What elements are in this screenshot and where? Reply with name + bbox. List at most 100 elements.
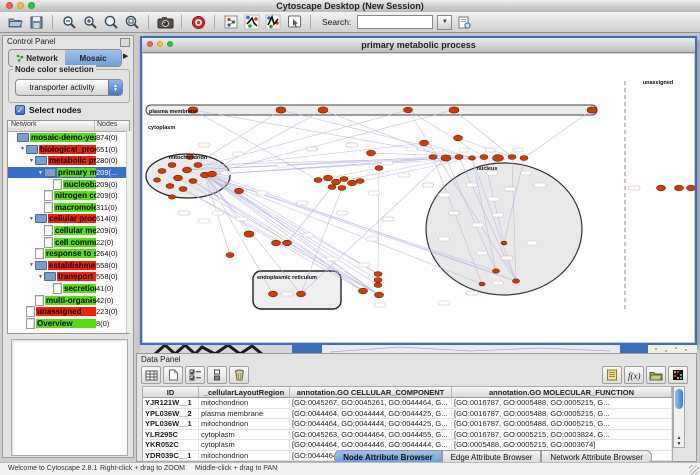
graph-node[interactable] [348, 180, 357, 186]
tree-item-label[interactable]: cellular process [48, 214, 96, 223]
network-window-titlebar[interactable]: primary metabolic process [142, 38, 695, 53]
tree-row[interactable]: nitrogen compo209(0) [8, 190, 129, 202]
tree-row[interactable]: mosaic-demo-yeast874(0) [8, 132, 129, 144]
zoom-in-button[interactable] [81, 14, 99, 30]
table-row[interactable]: YPL036W__2plasma membrane[GO:0044464, GO… [143, 409, 672, 420]
import-attributes-button[interactable] [646, 366, 666, 384]
graph-node[interactable] [513, 279, 520, 283]
graph-node[interactable] [272, 240, 281, 246]
tree-item-label[interactable]: metabolic process [48, 156, 96, 165]
graph-node[interactable] [328, 185, 336, 190]
tree-item-label[interactable]: response to stimulu [45, 249, 96, 258]
graph-node[interactable] [367, 150, 376, 156]
graph-node[interactable] [189, 179, 197, 184]
snapshot-button[interactable] [156, 14, 174, 30]
graph-node[interactable] [687, 185, 696, 191]
column-header[interactable]: annotation.GO CELLULAR_COMPONENT [290, 387, 452, 397]
help-button[interactable] [189, 14, 207, 30]
graph-node[interactable] [404, 107, 413, 113]
tree-col-nodes[interactable]: Nodes [95, 121, 129, 131]
tree-item-label[interactable]: primary metabo [57, 168, 96, 177]
node-color-attribute-select[interactable]: transporter activity ▲▼ [15, 79, 123, 96]
graph-node[interactable] [194, 163, 202, 168]
graph-node[interactable] [314, 178, 322, 183]
attribute-pair-button[interactable] [207, 366, 227, 384]
graph-node[interactable] [374, 272, 382, 277]
tree-item-label[interactable]: biological_process [39, 145, 96, 154]
tree-row[interactable]: unassigned223(0) [8, 306, 129, 318]
search-input[interactable] [357, 15, 433, 29]
graph-node[interactable] [454, 135, 463, 141]
table-scrollbar[interactable]: ▲▼ [673, 386, 685, 448]
graph-node[interactable] [179, 187, 187, 192]
tree-row[interactable]: ▼establishment of lo558(0) [8, 260, 129, 272]
tree-row[interactable]: secretion41(0) [8, 283, 129, 295]
tabs-overflow-arrow[interactable]: ▶ [123, 52, 128, 60]
graph-node[interactable] [441, 155, 451, 161]
graph-node[interactable] [374, 278, 382, 283]
graph-node[interactable] [469, 156, 476, 160]
graph-node[interactable] [318, 107, 328, 113]
column-header[interactable]: _cellularLayoutRegion [199, 387, 290, 397]
tab-mosaic[interactable]: Mosaic [65, 50, 121, 66]
tree-row[interactable]: multi-organism pro42(0) [8, 294, 129, 306]
save-session-button[interactable] [27, 14, 45, 30]
graph-node[interactable] [455, 155, 463, 160]
search-config-button[interactable] [455, 14, 473, 30]
zoom-fit-button[interactable] [102, 14, 120, 30]
graph-node[interactable] [375, 166, 383, 171]
function-builder-button[interactable]: f(x) [624, 366, 644, 384]
graph-node[interactable] [449, 107, 459, 113]
tree-item-label[interactable]: establishment of lo [48, 261, 96, 270]
graph-node[interactable] [429, 155, 437, 160]
tree-row[interactable]: nucleobase-209(0) [8, 178, 129, 190]
graph-node[interactable] [169, 195, 176, 199]
graph-node[interactable] [340, 177, 348, 182]
expand-arrow-icon[interactable]: ▼ [19, 146, 26, 152]
graph-node[interactable] [283, 240, 292, 246]
tree-item-label[interactable]: cellular metabol [54, 226, 96, 235]
tree-item-label[interactable]: Overview [36, 319, 96, 328]
graph-node[interactable] [587, 107, 597, 113]
tree-item-label[interactable]: transport [57, 272, 96, 281]
graph-node[interactable] [375, 292, 384, 298]
tree-item-label[interactable]: macromolecule [54, 203, 96, 212]
graph-node[interactable] [208, 171, 217, 177]
column-header[interactable]: ID [143, 387, 199, 397]
graph-node[interactable] [276, 107, 286, 113]
tree-item-label[interactable]: mosaic-demo-yeast [30, 133, 96, 142]
annotation-button[interactable] [285, 14, 303, 30]
graph-node[interactable] [244, 231, 254, 237]
graph-node[interactable] [269, 291, 278, 297]
graph-node[interactable] [420, 140, 429, 146]
graph-node[interactable] [226, 253, 234, 258]
table-row[interactable]: YKR052Ccytoplasm[GO:0044464, GO:0044446,… [143, 440, 672, 451]
expand-arrow-icon[interactable]: ▼ [28, 262, 35, 268]
expand-arrow-icon[interactable]: ▼ [28, 216, 35, 222]
select-attributes-button[interactable] [185, 366, 205, 384]
tree-item-label[interactable]: cell communicat [54, 238, 96, 247]
vizmapper-button[interactable] [222, 14, 240, 30]
graph-node[interactable] [493, 155, 504, 162]
table-row[interactable]: YJR121W__1mitochondrion[GO:0045267, GO:0… [143, 398, 672, 409]
mosaic-layout-2-button[interactable] [264, 14, 282, 30]
region-nucleus[interactable] [426, 163, 582, 295]
notes-button[interactable] [602, 366, 622, 384]
graph-node[interactable] [508, 155, 516, 160]
graph-node[interactable] [183, 167, 192, 173]
attribute-table-button[interactable] [141, 366, 161, 384]
graph-node[interactable] [356, 179, 364, 184]
search-dropdown-button[interactable]: ▼ [437, 15, 452, 30]
table-scrollbar-arrows[interactable]: ▲▼ [674, 435, 684, 447]
graph-node[interactable] [174, 175, 183, 181]
tree-scrollbar[interactable] [126, 131, 132, 333]
graph-node[interactable] [166, 184, 174, 189]
float-panel-icon[interactable] [120, 38, 130, 47]
graph-node[interactable] [520, 156, 528, 161]
tree-row[interactable]: macromolecule311(0) [8, 202, 129, 214]
tree-item-label[interactable]: unassigned [36, 307, 96, 316]
select-nodes-checkbox[interactable]: ✓ [15, 105, 25, 115]
graph-node[interactable] [359, 288, 368, 294]
graph-node[interactable] [479, 282, 485, 286]
tree-row[interactable]: ▼biological_process651(0) [8, 144, 129, 156]
